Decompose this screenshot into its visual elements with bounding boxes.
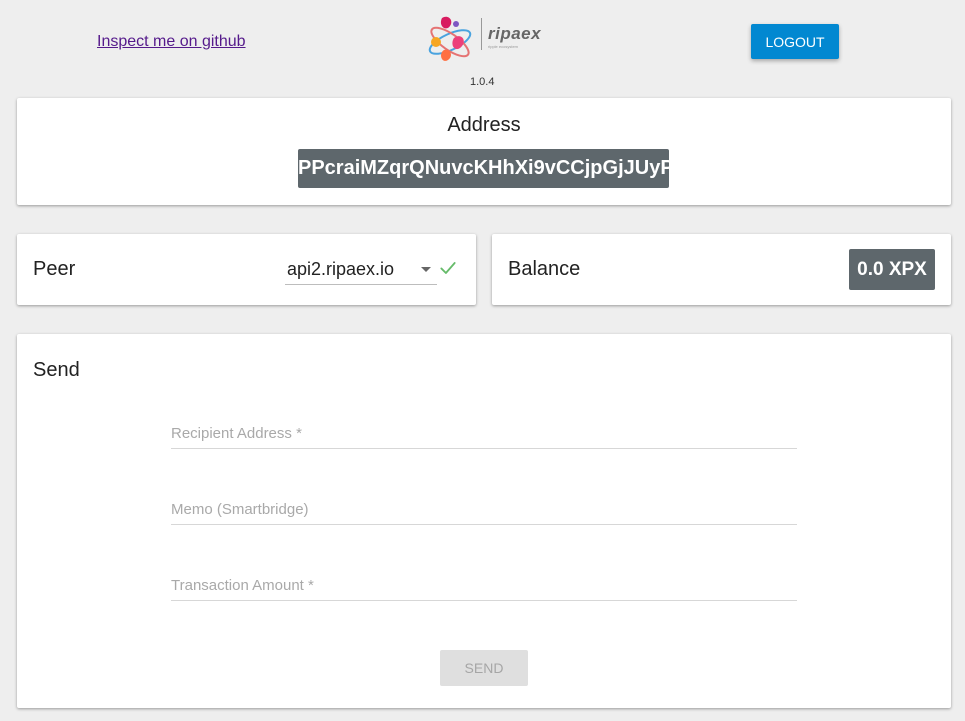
- balance-value: 0.0 XPX: [849, 249, 935, 290]
- peer-selected-value: api2.ripaex.io: [287, 259, 395, 279]
- memo-input[interactable]: [171, 498, 797, 520]
- app-version: 1.0.4: [470, 76, 495, 88]
- app-header: Inspect me on github ripaex ripple ecosy…: [0, 0, 965, 96]
- logo-text: ripaex: [488, 24, 542, 43]
- logout-button[interactable]: LOGOUT: [751, 24, 839, 59]
- amount-field: [171, 568, 797, 601]
- check-icon: [440, 262, 456, 274]
- logo-subtitle: ripple ecosystem: [488, 44, 519, 49]
- logo-divider: [481, 18, 482, 50]
- peer-card: Peer api2.ripaex.io: [17, 234, 476, 305]
- address-value: PPcraiMZqrQNuvcKHhXi9vCCjpGjJUyPs7: [298, 149, 696, 188]
- transaction-amount-input[interactable]: [171, 574, 797, 596]
- balance-card: Balance 0.0 XPX: [492, 234, 951, 305]
- peer-label: Peer: [33, 258, 76, 280]
- balance-label: Balance: [508, 258, 581, 280]
- send-title: Send: [33, 359, 80, 381]
- send-button[interactable]: SEND: [440, 650, 528, 686]
- peer-select[interactable]: api2.ripaex.io: [285, 256, 437, 285]
- recipient-field: [171, 416, 797, 449]
- address-title: Address: [447, 114, 521, 136]
- ripaex-logo-icon: [428, 16, 472, 61]
- memo-field: [171, 492, 797, 525]
- address-card: Address PPcraiMZqrQNuvcKHhXi9vCCjpGjJUyP…: [17, 98, 951, 205]
- send-card: Send SEND: [17, 334, 951, 708]
- dropdown-arrow-icon: [421, 267, 431, 272]
- ripaex-logo: ripaex ripple ecosystem: [424, 12, 546, 70]
- github-link[interactable]: Inspect me on github: [97, 33, 246, 51]
- recipient-address-input[interactable]: [171, 422, 797, 444]
